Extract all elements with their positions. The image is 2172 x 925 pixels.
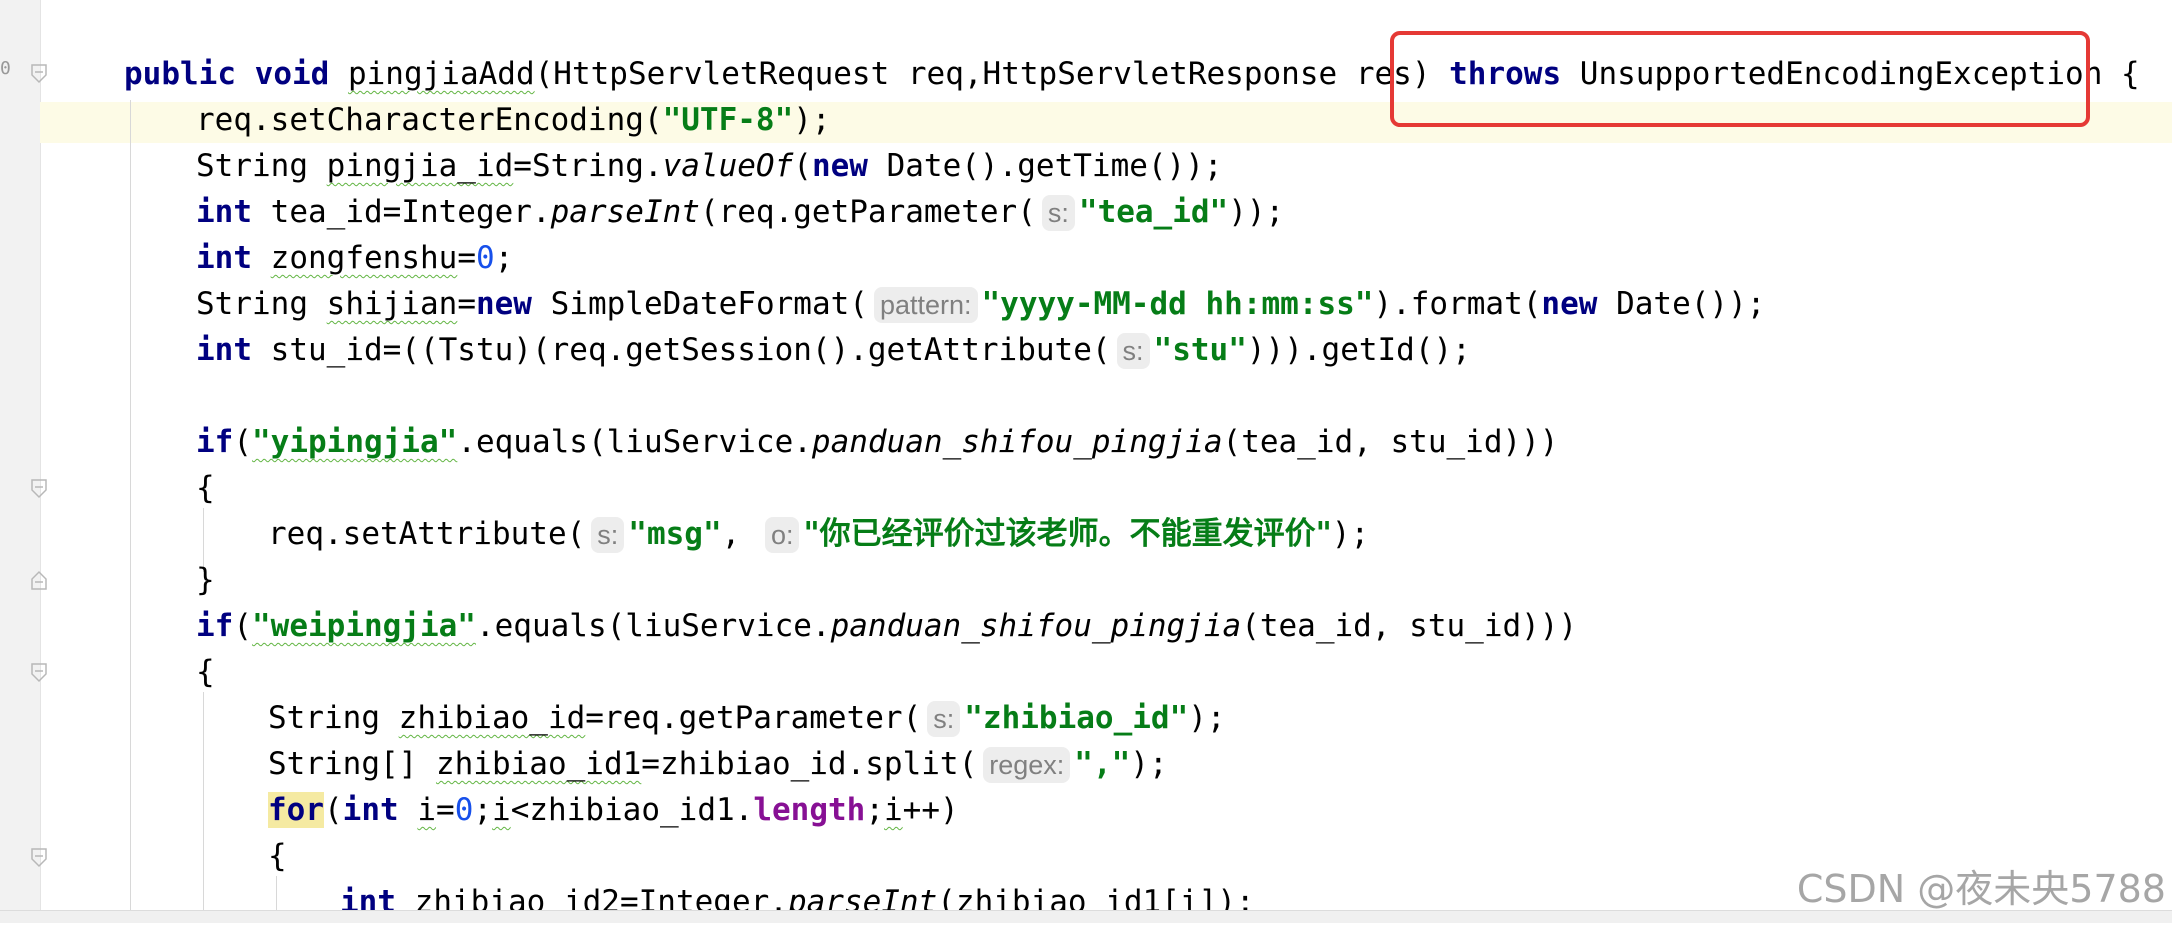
code-line: for(int i=0;i<zhibiao_id1.length;i++) bbox=[268, 792, 959, 828]
code-line: int tea_id=Integer.parseInt(req.getParam… bbox=[196, 194, 1285, 231]
code-line: if("yipingjia".equals(liuService.panduan… bbox=[196, 424, 1559, 460]
parameter-hint: regex: bbox=[983, 747, 1071, 783]
code-line: if("weipingjia".equals(liuService.pandua… bbox=[196, 608, 1578, 644]
code-line: req.setCharacterEncoding("UTF-8"); bbox=[196, 102, 831, 138]
line-number: 0 bbox=[0, 58, 11, 79]
code-line: int stu_id=((Tstu)(req.getSession().getA… bbox=[196, 332, 1471, 369]
code-line: } bbox=[196, 562, 215, 598]
parameter-hint: pattern: bbox=[873, 287, 978, 323]
code-line: req.setAttribute(s: "msg", o: "你已经评价过该老师。不… bbox=[268, 516, 1370, 553]
parameter-hint: s: bbox=[591, 517, 625, 553]
parameter-hint: s: bbox=[1116, 333, 1150, 369]
code-line: String zhibiao_id=req.getParameter(s: "zh… bbox=[268, 700, 1226, 737]
code-line: { bbox=[268, 838, 287, 874]
code-line: { bbox=[196, 654, 215, 690]
editor-gutter: 0 bbox=[0, 0, 41, 922]
highlight-annotation-box bbox=[1390, 31, 2090, 127]
code-line: String[] zhibiao_id1=zhibiao_id.split(re… bbox=[268, 746, 1168, 783]
parameter-hint: s: bbox=[1041, 195, 1075, 231]
parameter-hint: s: bbox=[927, 701, 961, 737]
watermark: CSDN @夜未央5788 bbox=[1796, 867, 2166, 911]
parameter-hint: o: bbox=[764, 517, 800, 553]
code-line: { bbox=[196, 470, 215, 506]
code-line: String shijian=new SimpleDateFormat(patt… bbox=[196, 286, 1766, 323]
code-line: String pingjia_id=String.valueOf(new Dat… bbox=[196, 148, 1223, 184]
code-line: int zongfenshu=0; bbox=[196, 240, 514, 276]
